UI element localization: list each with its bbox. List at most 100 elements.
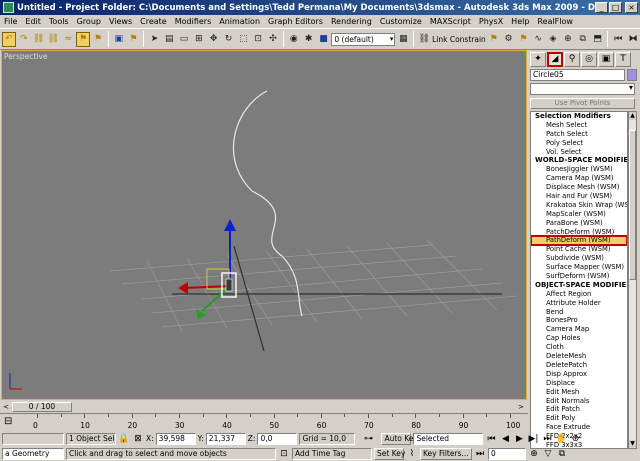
close-button[interactable]: × xyxy=(625,2,638,13)
select-object-icon[interactable]: ➤ xyxy=(147,32,161,47)
modifier-item[interactable]: Displace Mesh (WSM) xyxy=(531,183,627,192)
absolute-mode-icon[interactable]: ⊠ xyxy=(132,434,144,444)
set-key-button[interactable]: Set Key xyxy=(374,447,405,460)
select-scale-icon[interactable]: ⬚ xyxy=(236,32,250,47)
link-constraint-icon[interactable]: ⛓ xyxy=(417,32,431,47)
track-bar[interactable]: ⊟ 0 10 20 30 40 50 60 70 80 90 100 xyxy=(0,413,528,430)
key-mode-dropdown[interactable]: Selected xyxy=(413,432,484,445)
menu-customize[interactable]: Customize xyxy=(376,17,426,26)
modifier-item[interactable]: Edit Normals xyxy=(531,397,627,406)
menu-animation[interactable]: Animation xyxy=(215,17,264,26)
minimize-button[interactable]: _ xyxy=(595,2,608,13)
modifier-list[interactable]: Selection Modifiers Mesh Select Patch Sele… xyxy=(530,111,628,449)
field-of-view-icon[interactable]: ▽ xyxy=(542,449,554,459)
modifier-item[interactable]: DeletePatch xyxy=(531,361,627,370)
modifier-item[interactable]: BonesPro xyxy=(531,316,627,325)
scroll-up-icon[interactable]: ▲ xyxy=(629,112,636,120)
use-pivot-points-button[interactable]: Use Pivot Points xyxy=(530,98,635,109)
quick-render-icon[interactable]: ⚑ xyxy=(127,32,141,47)
current-frame-field[interactable]: 0 xyxy=(488,447,526,460)
time-next-icon[interactable]: > xyxy=(516,402,526,412)
modifier-item[interactable]: Camera Map (WSM) xyxy=(531,174,627,183)
scroll-thumb[interactable] xyxy=(629,130,636,280)
modifier-item[interactable]: Edit Patch xyxy=(531,405,627,414)
modifier-item[interactable]: Attribute Holder xyxy=(531,299,627,308)
modifier-item[interactable]: Vol. Select xyxy=(531,148,627,157)
layer-list-icon[interactable]: ⚑ xyxy=(516,32,530,47)
lock-selection-icon[interactable]: 🔒 xyxy=(118,434,130,444)
key-mode-toggle-icon[interactable]: ⏭ xyxy=(474,449,486,459)
selection-filter-icon[interactable]: ⚑ xyxy=(76,31,90,47)
modifier-item[interactable]: Camera Map xyxy=(531,325,627,334)
undo-icon[interactable]: ↶ xyxy=(2,31,16,47)
select-rotate-icon[interactable]: ↻ xyxy=(222,32,236,47)
modifier-item[interactable]: Cloth xyxy=(531,343,627,352)
menu-tools[interactable]: Tools xyxy=(45,17,73,26)
modifier-item[interactable]: PathDeform (WSM) xyxy=(531,235,627,247)
modifier-item[interactable]: SurfDeform (WSM) xyxy=(531,272,627,281)
key-icon[interactable]: ⊶ xyxy=(357,434,379,444)
select-link-icon[interactable]: ⛓ xyxy=(32,32,46,47)
track-bar-icon[interactable]: ⊟ xyxy=(4,416,12,427)
layer-color-icon[interactable]: ■ xyxy=(317,32,331,47)
bind-space-warp-icon[interactable]: ≈ xyxy=(61,32,75,47)
previous-frame-icon[interactable]: ◀ xyxy=(499,434,511,444)
modifier-item[interactable]: Edit Mesh xyxy=(531,388,627,397)
menu-physx[interactable]: PhysX xyxy=(475,17,507,26)
modifier-list-dropdown[interactable] xyxy=(530,83,635,95)
layer-freeze-icon[interactable]: ✱ xyxy=(302,32,316,47)
toolbar-extra-icon[interactable]: ⧓ xyxy=(626,32,640,47)
y-coord-field[interactable]: 21,337 xyxy=(205,432,246,445)
menu-create[interactable]: Create xyxy=(136,17,171,26)
menu-views[interactable]: Views xyxy=(105,17,136,26)
layer-dropdown[interactable]: 0 (default) xyxy=(331,32,396,46)
object-color-swatch[interactable] xyxy=(627,69,637,81)
unlink-icon[interactable]: ⛓ xyxy=(46,32,60,47)
modifier-item[interactable]: MapScaler (WSM) xyxy=(531,210,627,219)
select-by-name-icon[interactable]: ▤ xyxy=(162,32,176,47)
z-coord-field[interactable]: 0,0 xyxy=(257,432,298,445)
modifier-item[interactable]: Displace xyxy=(531,379,627,388)
menu-rendering[interactable]: Rendering xyxy=(327,17,376,26)
modifier-item[interactable]: Mesh Select xyxy=(531,121,627,130)
menu-graph-editors[interactable]: Graph Editors xyxy=(264,17,327,26)
menu-file[interactable]: File xyxy=(0,17,21,26)
key-filters-button[interactable]: Key Filters... xyxy=(420,447,472,460)
render-frame-icon[interactable]: ⬒ xyxy=(591,32,605,47)
create-tab-icon[interactable]: ✦ xyxy=(530,51,546,67)
time-slider[interactable]: < 0 / 100 > xyxy=(0,401,528,413)
menu-edit[interactable]: Edit xyxy=(21,17,45,26)
modifier-list-scrollbar[interactable]: ▲ ▼ xyxy=(628,111,637,449)
menu-group[interactable]: Group xyxy=(73,17,105,26)
modifier-item[interactable]: Bend xyxy=(531,308,627,317)
time-prev-icon[interactable]: < xyxy=(1,402,11,412)
menu-modifiers[interactable]: Modifiers xyxy=(171,17,216,26)
go-to-start-icon[interactable]: ⏮ xyxy=(485,434,497,444)
modifier-item[interactable]: Hair and Fur (WSM) xyxy=(531,192,627,201)
menu-maxscript[interactable]: MAXScript xyxy=(426,17,475,26)
modifier-item[interactable]: Affect Region xyxy=(531,290,627,299)
layer-manager-icon[interactable]: ▦ xyxy=(396,32,410,47)
material-editor-icon[interactable]: ◈ xyxy=(546,32,560,47)
link-constraint-label[interactable]: Link Constrain xyxy=(432,35,486,44)
script-listener-field[interactable]: a Geometry xyxy=(2,447,64,460)
pivot-center-icon[interactable]: ✣ xyxy=(266,32,280,47)
object-name-field[interactable]: Circle05 xyxy=(530,69,625,81)
window-crossing-icon[interactable]: ⊞ xyxy=(192,32,206,47)
display-tab-icon[interactable]: ▣ xyxy=(598,51,614,67)
modifier-item[interactable]: Cap Holes xyxy=(531,334,627,343)
modifier-item[interactable]: Point Cache (WSM) xyxy=(531,245,627,254)
hierarchy-tab-icon[interactable]: ⚲ xyxy=(564,51,580,67)
play-reverse-icon[interactable]: ⏮ xyxy=(611,32,625,47)
modifier-item[interactable]: BonesJiggler (WSM) xyxy=(531,165,627,174)
modifier-item[interactable]: Poly Select xyxy=(531,139,627,148)
motion-tab-icon[interactable]: ◎ xyxy=(581,51,597,67)
snap-icon[interactable]: ⚑ xyxy=(91,32,105,47)
perspective-viewport[interactable]: Perspective xyxy=(1,50,527,400)
maxscript-mini-listener[interactable] xyxy=(2,432,64,445)
modifier-item[interactable]: Patch Select xyxy=(531,130,627,139)
maximize-viewport-icon[interactable]: ⧉ xyxy=(556,449,568,459)
time-tag-icon[interactable]: ⊡ xyxy=(278,449,290,459)
orbit-icon[interactable]: ⊛ xyxy=(569,434,581,444)
add-time-tag[interactable]: Add Time Tag xyxy=(292,447,372,460)
